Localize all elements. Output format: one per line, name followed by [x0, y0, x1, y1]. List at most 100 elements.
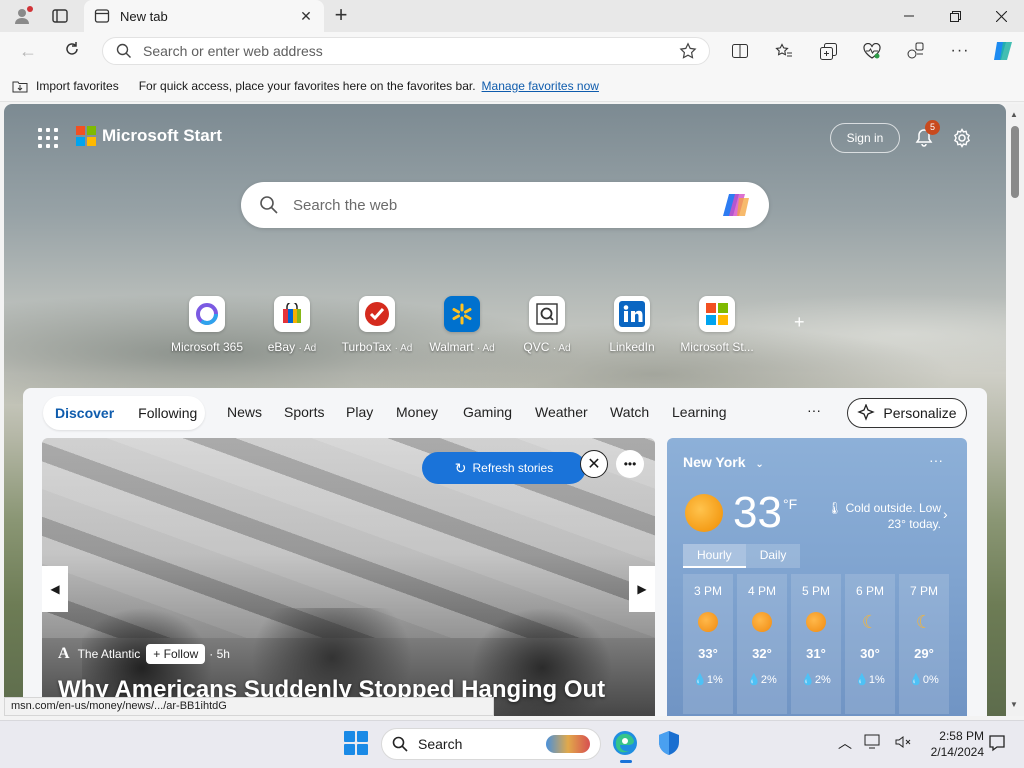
web-search-box[interactable]: Search the web	[241, 182, 769, 228]
favorites-button[interactable]	[771, 40, 797, 62]
refresh-icon	[66, 42, 78, 55]
scroll-down-icon[interactable]: ▼	[1010, 700, 1018, 709]
favorite-star-icon[interactable]	[679, 42, 697, 60]
nav-learning[interactable]: Learning	[672, 404, 727, 420]
quick-link-ebay[interactable]: eBay · Ad	[250, 296, 334, 354]
ebay-icon	[274, 296, 310, 332]
tab-discover[interactable]: Discover	[43, 405, 126, 421]
taskbar-clock[interactable]: 2:58 PM 2/14/2024	[922, 728, 984, 760]
microsoft-start-logo[interactable]: Microsoft Start	[76, 126, 222, 146]
notification-center-icon[interactable]	[988, 734, 1008, 754]
chevron-right-icon[interactable]: ›	[943, 506, 948, 522]
windows-start-icon[interactable]	[344, 731, 368, 755]
profile-button[interactable]	[8, 4, 36, 28]
tab-hourly[interactable]: Hourly	[683, 544, 746, 568]
weather-more-button[interactable]: ···	[929, 452, 943, 468]
content-feed: Discover Following News Sports Play Mone…	[23, 388, 987, 716]
add-quick-link-button[interactable]: +	[794, 312, 805, 333]
page-settings-button[interactable]	[948, 124, 976, 152]
next-story-button[interactable]: ▶	[629, 566, 655, 612]
network-icon[interactable]	[864, 734, 882, 753]
sunny-icon	[698, 612, 718, 632]
hero-story-card[interactable]: ↻ Refresh stories ✕ ••• ◀ ▶ A The Atlant…	[42, 438, 655, 716]
dismiss-refresh-button[interactable]: ✕	[580, 450, 608, 478]
app-launcher-icon[interactable]	[38, 128, 58, 148]
settings-more-button[interactable]: ···	[947, 40, 973, 62]
address-bar[interactable]: Search or enter web address	[102, 37, 710, 65]
precip-value: 1%	[868, 674, 885, 686]
ad-label: · Ad	[298, 343, 317, 354]
tab-actions-button[interactable]	[48, 6, 72, 26]
taskbar-defender[interactable]	[654, 728, 684, 758]
quick-link-microsoft-365[interactable]: Microsoft 365	[165, 296, 249, 354]
volume-muted-icon[interactable]	[894, 734, 912, 753]
nav-money[interactable]: Money	[396, 404, 438, 420]
follow-button[interactable]: + Follow	[146, 644, 206, 664]
story-more-options-button[interactable]: •••	[616, 450, 644, 478]
nav-weather[interactable]: Weather	[535, 404, 588, 420]
split-screen-icon	[732, 44, 748, 58]
restore-button[interactable]	[932, 0, 978, 32]
taskbar-edge[interactable]	[610, 728, 640, 763]
quick-link-turbotax[interactable]: TurboTax · Ad	[335, 296, 419, 354]
quick-link-microsoft-store[interactable]: Microsoft St...	[675, 296, 759, 354]
back-button[interactable]: ←	[14, 40, 42, 62]
extensions-button[interactable]	[903, 40, 929, 62]
brand-name: Microsoft Start	[102, 126, 222, 145]
previous-story-button[interactable]: ◀	[42, 566, 68, 612]
quick-link-label: Walmart	[429, 340, 474, 354]
refresh-button[interactable]	[58, 40, 86, 62]
favorites-bar-message: For quick access, place your favorites h…	[138, 78, 476, 93]
quick-link-linkedin[interactable]: LinkedIn	[590, 296, 674, 354]
quick-link-label: TurboTax	[341, 340, 392, 354]
scrollbar-thumb[interactable]	[1011, 126, 1019, 198]
page-scrollbar[interactable]: ▲ ▼	[1006, 104, 1024, 716]
nav-play[interactable]: Play	[346, 404, 373, 420]
import-favorites-button[interactable]: Import favorites	[12, 79, 119, 93]
more-horizontal-icon: ···	[950, 42, 970, 59]
import-favorites-label: Import favorites	[36, 78, 119, 93]
close-window-button[interactable]	[978, 0, 1024, 32]
forecast-temp: 30°	[860, 646, 880, 661]
collections-button[interactable]	[815, 40, 841, 62]
nav-watch[interactable]: Watch	[610, 404, 649, 420]
copilot-button[interactable]	[989, 38, 1017, 64]
quick-link-label: Microsoft 365	[170, 340, 244, 354]
chevron-down-icon: ⌄	[755, 459, 764, 470]
personalize-button[interactable]: Personalize	[847, 398, 967, 428]
temperature-unit: °F	[783, 496, 798, 512]
nav-news[interactable]: News	[227, 404, 262, 420]
chevron-up-icon[interactable]: ︿	[838, 733, 852, 753]
sign-in-button[interactable]: Sign in	[830, 123, 900, 153]
nav-sports[interactable]: Sports	[284, 404, 324, 420]
refresh-stories-button[interactable]: ↻ Refresh stories	[422, 452, 586, 484]
weather-card[interactable]: New York ⌄ ··· 33 °F 🌡 Cold outside. Low…	[667, 438, 967, 716]
thermometer-icon: 🌡	[827, 501, 843, 515]
sunny-icon	[752, 612, 772, 632]
favorites-list-icon	[775, 43, 792, 57]
copilot-icon[interactable]	[721, 192, 751, 218]
new-tab-button[interactable]: +	[330, 4, 352, 26]
split-screen-button[interactable]	[727, 40, 753, 62]
active-app-indicator	[620, 760, 632, 763]
close-tab-icon[interactable]: ✕	[298, 8, 314, 24]
nav-more-button[interactable]: ···	[807, 402, 821, 418]
browser-tab[interactable]: New tab ✕	[84, 0, 324, 32]
minimize-button[interactable]	[886, 0, 932, 32]
manage-favorites-link[interactable]: Manage favorites now	[482, 79, 599, 93]
tab-daily[interactable]: Daily	[745, 544, 801, 568]
scroll-up-icon[interactable]: ▲	[1010, 110, 1018, 119]
weather-description: 🌡 Cold outside. Low 23° today.	[817, 500, 941, 532]
quick-link-qvc[interactable]: QVC · Ad	[505, 296, 589, 354]
tab-following[interactable]: Following	[126, 405, 209, 421]
sparkle-icon	[857, 404, 876, 421]
forecast-precip: 💧0%	[909, 674, 939, 686]
quick-link-walmart[interactable]: Walmart · Ad	[420, 296, 504, 354]
taskbar-search[interactable]: Search	[381, 728, 601, 760]
notifications-button[interactable]: 5	[910, 120, 940, 152]
forecast-time: 6 PM	[855, 584, 884, 598]
search-highlight-icon	[546, 735, 590, 753]
browser-essentials-button[interactable]	[859, 40, 885, 62]
nav-gaming[interactable]: Gaming	[463, 404, 512, 420]
weather-location-selector[interactable]: New York ⌄	[683, 454, 764, 470]
